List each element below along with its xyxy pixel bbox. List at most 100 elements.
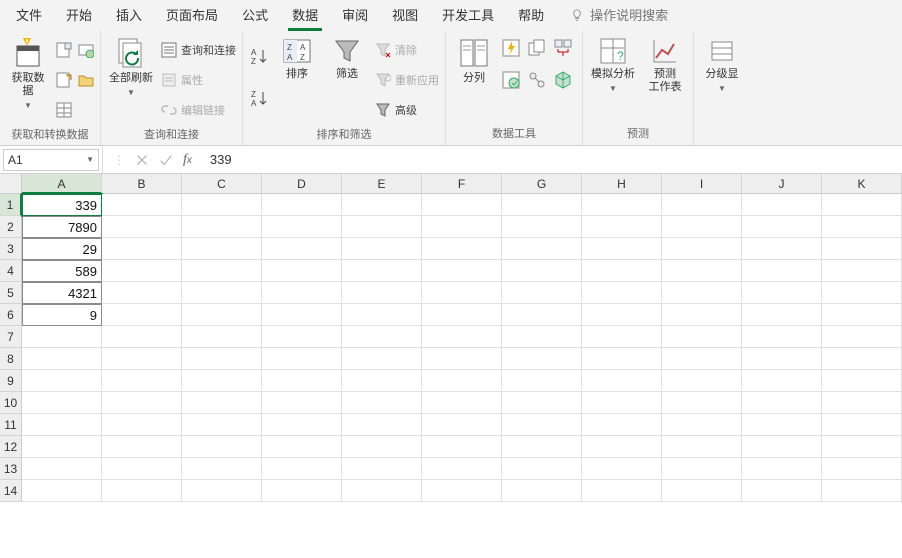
cell-H11[interactable] [582, 414, 662, 436]
cell-I1[interactable] [662, 194, 742, 216]
cell-C2[interactable] [182, 216, 262, 238]
cell-G8[interactable] [502, 348, 582, 370]
filter-button[interactable]: 筛选 [325, 34, 369, 83]
cell-C3[interactable] [182, 238, 262, 260]
cell-A8[interactable] [22, 348, 102, 370]
cell-B1[interactable] [102, 194, 182, 216]
cell-K2[interactable] [822, 216, 902, 238]
cell-C14[interactable] [182, 480, 262, 502]
cell-I3[interactable] [662, 238, 742, 260]
cell-J14[interactable] [742, 480, 822, 502]
cell-J8[interactable] [742, 348, 822, 370]
clear-filter-button[interactable]: 清除 [375, 36, 439, 64]
cell-E12[interactable] [342, 436, 422, 458]
tell-me-search[interactable]: 操作说明搜索 [570, 5, 668, 24]
cell-B5[interactable] [102, 282, 182, 304]
col-header-F[interactable]: F [422, 174, 502, 194]
menu-view[interactable]: 视图 [380, 0, 430, 30]
cancel-icon[interactable] [135, 153, 149, 167]
cell-C13[interactable] [182, 458, 262, 480]
cell-I7[interactable] [662, 326, 742, 348]
cell-J5[interactable] [742, 282, 822, 304]
cell-F13[interactable] [422, 458, 502, 480]
cell-B4[interactable] [102, 260, 182, 282]
cell-D5[interactable] [262, 282, 342, 304]
forecast-sheet-button[interactable]: 预测 工作表 [643, 34, 687, 96]
flash-fill-button[interactable] [502, 34, 524, 62]
cell-F3[interactable] [422, 238, 502, 260]
from-web-button[interactable] [56, 66, 72, 94]
manage-data-model-button[interactable] [554, 66, 576, 94]
cell-E14[interactable] [342, 480, 422, 502]
cell-J13[interactable] [742, 458, 822, 480]
row-header-14[interactable]: 14 [0, 480, 22, 502]
worksheet[interactable]: ABCDEFGHIJK 1234567891011121314 33978902… [0, 174, 902, 558]
cell-F8[interactable] [422, 348, 502, 370]
col-header-I[interactable]: I [662, 174, 742, 194]
cell-B8[interactable] [102, 348, 182, 370]
cell-A5[interactable]: 4321 [22, 282, 102, 304]
cell-J10[interactable] [742, 392, 822, 414]
cell-B14[interactable] [102, 480, 182, 502]
cell-J11[interactable] [742, 414, 822, 436]
cell-F12[interactable] [422, 436, 502, 458]
menu-help[interactable]: 帮助 [506, 0, 556, 30]
menu-formulas[interactable]: 公式 [230, 0, 280, 30]
cell-K3[interactable] [822, 238, 902, 260]
cell-E1[interactable] [342, 194, 422, 216]
cell-G1[interactable] [502, 194, 582, 216]
cell-K13[interactable] [822, 458, 902, 480]
cell-D8[interactable] [262, 348, 342, 370]
cell-C1[interactable] [182, 194, 262, 216]
cell-G11[interactable] [502, 414, 582, 436]
cell-K5[interactable] [822, 282, 902, 304]
cell-D6[interactable] [262, 304, 342, 326]
row-header-6[interactable]: 6 [0, 304, 22, 326]
cell-E3[interactable] [342, 238, 422, 260]
cell-D10[interactable] [262, 392, 342, 414]
cell-I11[interactable] [662, 414, 742, 436]
cell-K7[interactable] [822, 326, 902, 348]
row-header-4[interactable]: 4 [0, 260, 22, 282]
cell-B6[interactable] [102, 304, 182, 326]
cell-C10[interactable] [182, 392, 262, 414]
sort-desc-button[interactable]: ZA [249, 78, 269, 118]
cell-F14[interactable] [422, 480, 502, 502]
edit-links-button[interactable]: 编辑链接 [161, 96, 236, 124]
cell-B3[interactable] [102, 238, 182, 260]
cell-H10[interactable] [582, 392, 662, 414]
row-header-10[interactable]: 10 [0, 392, 22, 414]
col-header-K[interactable]: K [822, 174, 902, 194]
cell-E13[interactable] [342, 458, 422, 480]
cell-G2[interactable] [502, 216, 582, 238]
menu-home[interactable]: 开始 [54, 0, 104, 30]
cell-C7[interactable] [182, 326, 262, 348]
row-header-12[interactable]: 12 [0, 436, 22, 458]
name-box[interactable]: A1 ▼ [3, 149, 99, 171]
cell-C5[interactable] [182, 282, 262, 304]
cell-F5[interactable] [422, 282, 502, 304]
cell-A11[interactable] [22, 414, 102, 436]
cell-K14[interactable] [822, 480, 902, 502]
cell-I14[interactable] [662, 480, 742, 502]
cell-H7[interactable] [582, 326, 662, 348]
cell-J6[interactable] [742, 304, 822, 326]
cell-I6[interactable] [662, 304, 742, 326]
cell-G13[interactable] [502, 458, 582, 480]
cell-F7[interactable] [422, 326, 502, 348]
cell-G7[interactable] [502, 326, 582, 348]
menu-pagelayout[interactable]: 页面布局 [154, 0, 230, 30]
cell-J7[interactable] [742, 326, 822, 348]
cell-D7[interactable] [262, 326, 342, 348]
cell-E10[interactable] [342, 392, 422, 414]
cell-B12[interactable] [102, 436, 182, 458]
row-header-9[interactable]: 9 [0, 370, 22, 392]
cell-A10[interactable] [22, 392, 102, 414]
cell-J9[interactable] [742, 370, 822, 392]
cell-B10[interactable] [102, 392, 182, 414]
cell-E11[interactable] [342, 414, 422, 436]
queries-connections-button[interactable]: 查询和连接 [161, 36, 236, 64]
cell-E4[interactable] [342, 260, 422, 282]
cell-H6[interactable] [582, 304, 662, 326]
col-header-G[interactable]: G [502, 174, 582, 194]
